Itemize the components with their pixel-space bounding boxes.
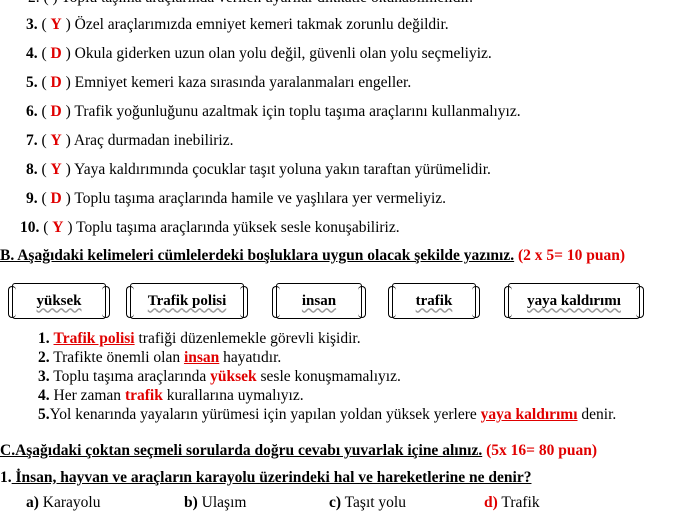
fill-blank-sentence: 3. Toplu taşıma araçlarında yüksek sesle… [38,367,401,387]
answer-mark: Y [52,219,64,236]
sentence-number: 1. [38,330,50,347]
section-c-heading: C.Aşağıdaki çoktan seçmeli sorularda doğ… [0,441,597,461]
filled-answer: Trafik polisi [53,330,135,347]
sentence-number: 2. [38,349,50,366]
sentence-after: sesle konuşmamalıyız. [256,368,401,385]
question-text: İnsan, hayvan ve araçların karayolu üzer… [11,469,532,486]
sentence-number: 4. [38,387,50,404]
sentence-before: Her zaman [49,387,125,404]
sentence-before: Toplu taşıma araçlarında [49,368,211,385]
answer-open-paren: ( [37,45,51,62]
true-false-item: 10. ( Y ) Toplu taşıma araçlarında yükse… [20,218,400,238]
item-text: Okula giderken uzun olan yolu değil, güv… [70,45,492,62]
item-number: 6. [26,103,38,120]
section-c-title: C.Aşağıdaki çoktan seçmeli sorularda doğ… [0,442,483,459]
answer-open-paren: ( [37,16,51,33]
item-text: Yaya kaldırımında çocuklar taşıt yoluna … [70,161,491,178]
filled-answer: yüksek [210,368,257,385]
item-text: Araç durmadan inebiliriz. [70,132,234,149]
section-c-points: (5x 16= 80 puan) [486,442,598,459]
answer-close-paren: ) [61,132,71,149]
item-number: 3. [26,16,38,33]
word-box-trafik: trafik [388,283,480,319]
true-false-item: 8. ( Y ) Yaya kaldırımında çocuklar taşı… [26,160,491,180]
fill-blank-sentence: 1. Trafik polisi trafiği düzenlemekle gö… [38,329,361,349]
section-b-points: (2 x 5= 10 puan) [518,247,626,264]
answer-close-paren: ) [61,74,71,91]
answer-open-paren: ( [37,132,51,149]
sentence-number: 5. [38,406,50,423]
true-false-item: 4. ( D ) Okula giderken uzun olan yolu d… [26,44,492,64]
option-a[interactable]: a) Karayolu [26,494,100,512]
sentence-before: Trafikte önemli olan [49,349,184,366]
answer-close-paren: ) [61,16,71,33]
item-number: 4. [26,45,38,62]
filled-answer: trafik [124,387,163,404]
section-b-heading: B. Aşağıdaki kelimeleri cümlelerdeki boş… [0,246,625,266]
fill-blank-sentence: 2. Trafikte önemli olan insan hayatıdır. [38,348,281,368]
item-number: 7. [26,132,38,149]
true-false-item: 6. ( D ) Trafik yoğunluğunu azaltmak içi… [26,102,521,122]
answer-open-paren: ( [37,103,51,120]
answer-open-paren: ( [39,219,53,236]
section-b-title: B. Aşağıdaki kelimeleri cümlelerdeki boş… [0,247,515,264]
answer-open-paren: ( [37,161,51,178]
answer-close-paren: ) [61,45,71,62]
sentence-after: hayatıdır. [219,349,282,366]
answer-mark: D [50,190,62,207]
item-text: Toplu taşıma araçlarında hamile ve yaşlı… [70,190,447,207]
sentence-number: 3. [38,368,50,385]
option-c[interactable]: c) Taşıt yolu [329,494,406,512]
answer-mark: D [50,74,62,91]
answer-mark: D [50,103,62,120]
item-text: Özel araçlarımızda emniyet kemeri takmak… [70,16,449,33]
question-number: 1. [0,469,12,486]
item-number: 10. [20,219,40,236]
sentence-after: denir. [577,406,617,423]
answer-close-paren: ) [61,190,71,207]
word-box-trafik-polisi: Trafik polisi [126,283,248,319]
filled-answer: yaya kaldırımı [480,406,578,423]
word-box-insan: insan [272,283,366,319]
word-box-yaya-kaldirimi: yaya kaldırımı [504,283,644,319]
true-false-item: 7. ( Y ) Araç durmadan inebiliriz. [26,131,234,151]
true-false-item: 5. ( D ) Emniyet kemeri kaza sırasında y… [26,73,411,93]
sentence-after: trafiği düzenlemekle görevli kişidir. [134,330,361,347]
answer-mark: Y [50,16,62,33]
answer-open-paren: ( [37,74,51,91]
sentence-before: Yol kenarında yayaların yürümesi için ya… [49,406,481,423]
item-text: Trafik yoğunluğunu azaltmak için toplu t… [70,103,521,120]
answer-open-paren: ( [37,190,51,207]
question-1: 1. İnsan, hayvan ve araçların karayolu ü… [0,468,531,488]
cut-off-line: 2. ( ) Toplu taşıma araçlarında verilen … [28,0,473,8]
true-false-item: 9. ( D ) Toplu taşıma araçlarında hamile… [26,189,446,209]
option-d[interactable]: d) Trafik [484,494,540,512]
fill-blank-sentence: 5.Yol kenarında yayaların yürümesi için … [38,405,616,425]
item-number: 5. [26,74,38,91]
answer-mark: Y [50,161,62,178]
filled-answer: insan [183,349,220,366]
answer-close-paren: ) [61,103,71,120]
item-number: 8. [26,161,38,178]
answer-close-paren: ) [63,219,73,236]
item-text: Toplu taşıma araçlarında yüksek sesle ko… [72,219,400,236]
answer-mark: Y [50,132,62,149]
true-false-item: 3. ( Y ) Özel araçlarımızda emniyet keme… [26,15,449,35]
word-box-yuksek: yüksek [8,283,110,319]
sentence-after: kurallarına uymalıyız. [162,387,304,404]
item-text: Emniyet kemeri kaza sırasında yaralanmal… [70,74,412,91]
fill-blank-sentence: 4. Her zaman trafik kurallarına uymalıyı… [38,386,304,406]
answer-close-paren: ) [61,161,71,178]
answer-mark: D [50,45,62,62]
item-number: 9. [26,190,38,207]
option-b[interactable]: b) Ulaşım [184,494,246,512]
